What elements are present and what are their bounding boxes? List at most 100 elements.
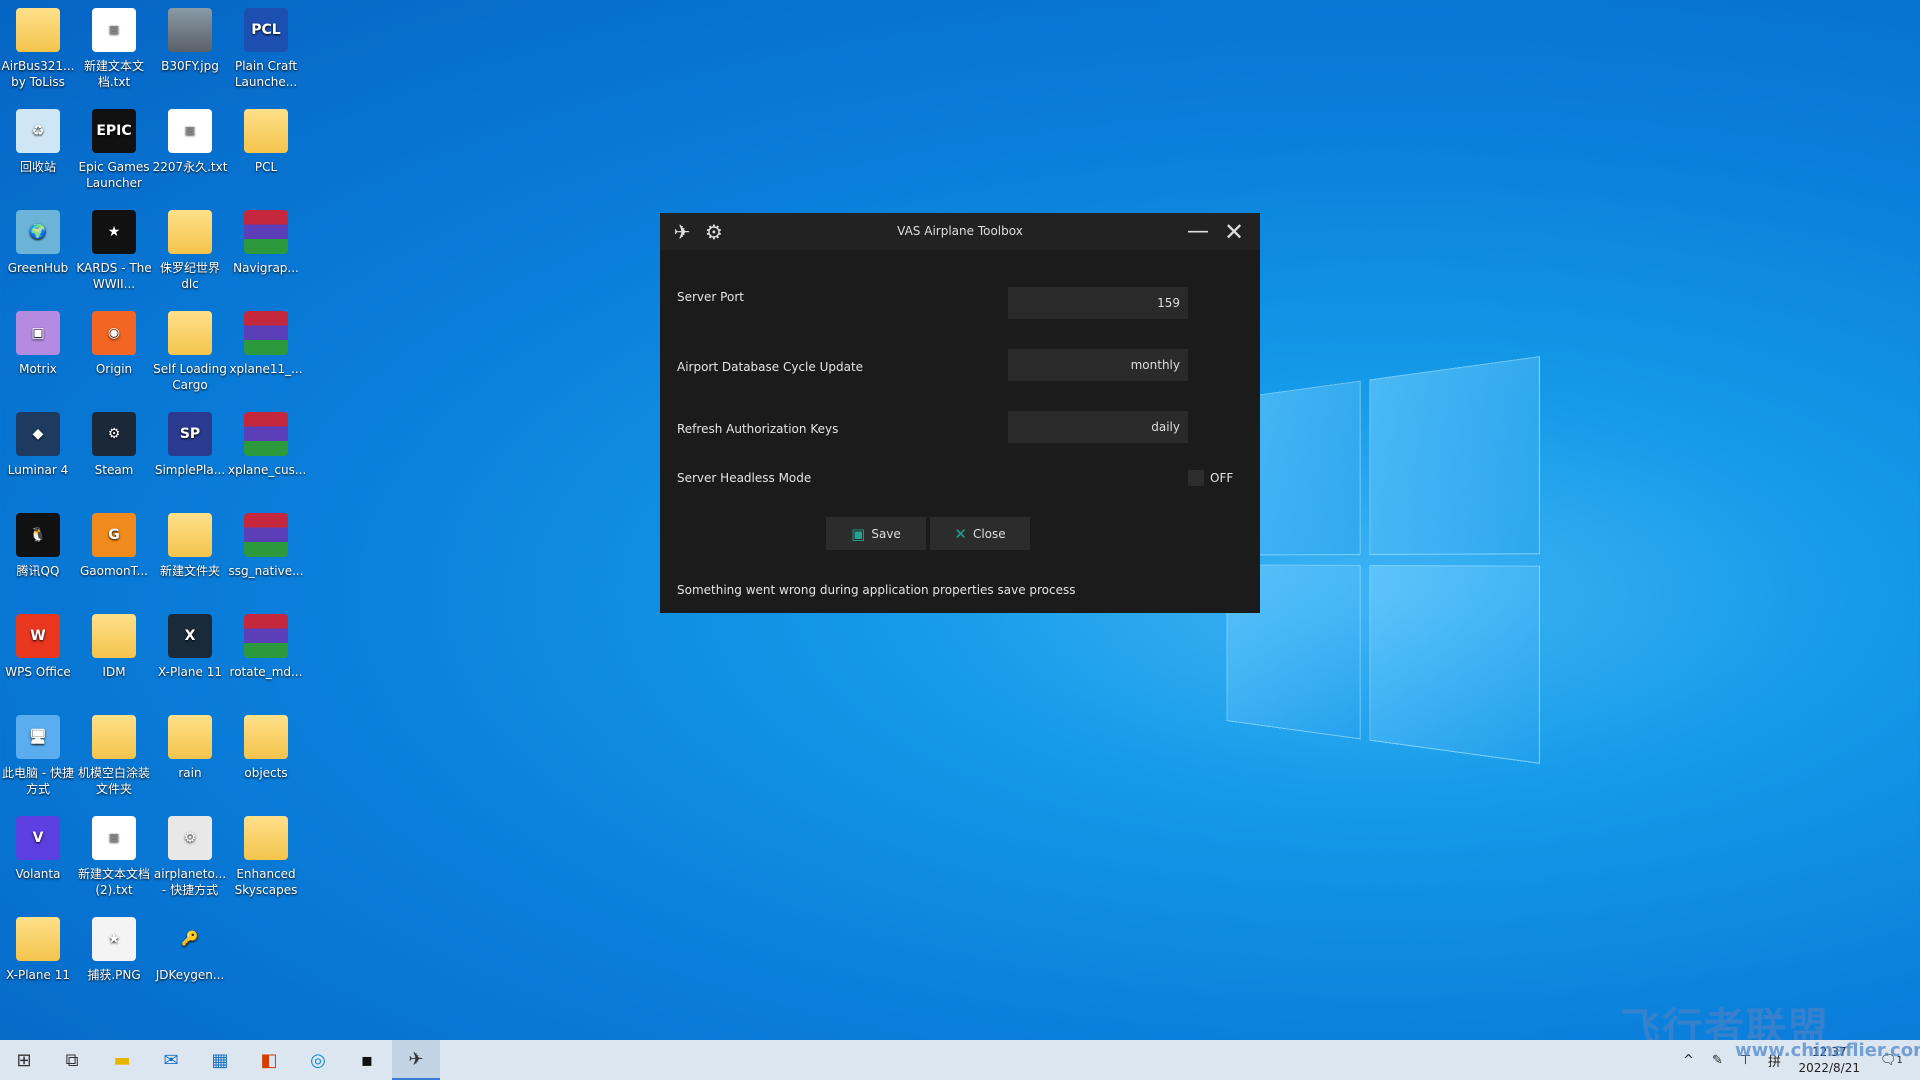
headless-mode-label: Server Headless Mode	[677, 471, 812, 485]
desktop-icon[interactable]: ⚙ airplaneto... - 快捷方式	[152, 816, 228, 898]
desktop-icon-label: xplane_cus...	[228, 463, 307, 477]
desktop-icon[interactable]: Self Loading Cargo	[152, 311, 228, 393]
app-icon: SP	[168, 412, 212, 456]
desktop-icon[interactable]: SP SimplePla...	[152, 412, 228, 478]
task-view-icon[interactable]: ⧉	[48, 1040, 96, 1080]
desktop-icon[interactable]: V Volanta	[0, 816, 76, 882]
save-button[interactable]: ▣ Save	[826, 517, 926, 550]
desktop-icon[interactable]: EPIC Epic Games Launcher	[76, 109, 152, 191]
app-icon: V	[16, 816, 60, 860]
title-bar[interactable]: ✈ ⚙ VAS Airplane Toolbox — ✕	[660, 213, 1260, 250]
desktop-icon-label: Self Loading Cargo	[153, 362, 227, 392]
app-icon: 🔑	[181, 931, 199, 947]
desktop-icon-label: 新建文件夹	[159, 564, 220, 578]
app-icon: PCL	[244, 8, 288, 52]
desktop-icon[interactable]: 🔑 JDKeygen...	[152, 917, 228, 983]
desktop-icon[interactable]: G GaomonT...	[76, 513, 152, 579]
desktop-icon[interactable]: 🌍 GreenHub	[0, 210, 76, 276]
close-button[interactable]: ✕ Close	[930, 517, 1030, 550]
desktop-icon-label: ssg_native...	[228, 564, 304, 578]
desktop-icon-label: rain	[178, 766, 202, 780]
desktop-icon-label: PCL	[254, 160, 278, 174]
desktop-icon[interactable]: xplane_cus...	[228, 412, 307, 478]
store-icon[interactable]: ▦	[196, 1040, 244, 1080]
refresh-keys-input[interactable]	[1008, 411, 1188, 443]
desktop-icon-label: Origin	[95, 362, 133, 376]
desktop-icon[interactable]: 🖥 此电脑 - 快捷方式	[0, 715, 76, 797]
minimize-icon[interactable]: —	[1186, 220, 1210, 244]
desktop-icon[interactable]: ★ 捕获.PNG	[76, 917, 152, 983]
desktop-icon-label: Luminar 4	[7, 463, 69, 477]
desktop-icon[interactable]: ssg_native...	[228, 513, 304, 579]
desktop-icon[interactable]: 新建文件夹	[152, 513, 228, 579]
desktop-icon[interactable]: Navigrap...	[228, 210, 304, 276]
server-port-input[interactable]	[1008, 287, 1188, 319]
desktop-icon-label: 此电脑 - 快捷方式	[2, 766, 74, 796]
folder-icon	[168, 513, 212, 557]
desktop-icon[interactable]: ⚙ Steam	[76, 412, 152, 478]
folder-icon	[168, 210, 212, 254]
desktop-icon[interactable]: ≡ 新建文本文档 (2).txt	[76, 816, 152, 898]
x-icon: ✕	[954, 524, 967, 543]
desktop-icon-label: Epic Games Launcher	[78, 160, 150, 190]
mail-icon[interactable]: ✉	[147, 1040, 195, 1080]
folder-icon	[244, 715, 288, 759]
desktop-icon[interactable]: ≡ 2207永久.txt	[152, 109, 228, 175]
desktop-icon-label: Motrix	[19, 362, 57, 376]
desktop-icon[interactable]: 侏罗纪世界dlc	[152, 210, 228, 292]
desktop-icon[interactable]: 🐧 腾讯QQ	[0, 513, 76, 579]
desktop-icon[interactable]: ≡ 新建文本文档.txt	[76, 8, 152, 90]
show-hidden-icons-chevron-icon[interactable]: ^	[1683, 1040, 1694, 1080]
watermark-url: www.chinaflier.com	[1735, 1040, 1920, 1061]
desktop-icon[interactable]: ◉ Origin	[76, 311, 152, 377]
close-icon[interactable]: ✕	[1222, 220, 1246, 244]
airport-db-cycle-input[interactable]	[1008, 349, 1188, 381]
desktop-icon-label: SimplePla...	[154, 463, 226, 477]
start-button-windows-icon[interactable]: ⊞	[0, 1040, 48, 1080]
desktop-icon[interactable]: W WPS Office	[0, 614, 76, 680]
desktop-icon[interactable]: IDM	[76, 614, 152, 680]
desktop-icon[interactable]: X-Plane 11	[0, 917, 76, 983]
desktop-icon[interactable]: ◆ Luminar 4	[0, 412, 76, 478]
desktop-icon[interactable]: objects	[228, 715, 304, 781]
desktop-icon[interactable]: ▣ Motrix	[0, 311, 76, 377]
desktop-icon-label: WPS Office	[5, 665, 71, 679]
pen-icon[interactable]: ✎	[1712, 1040, 1723, 1080]
rar-icon	[244, 210, 288, 254]
desktop-icon[interactable]: rain	[152, 715, 228, 781]
file-explorer-icon[interactable]: ▬	[98, 1040, 146, 1080]
office-icon[interactable]: ◧	[245, 1040, 293, 1080]
desktop-icon[interactable]: rotate_md...	[228, 614, 304, 680]
desktop-icon[interactable]: ♻ 回收站	[0, 109, 76, 175]
desktop-icon-label: 捕获.PNG	[87, 968, 141, 982]
desktop-icon-label: GreenHub	[7, 261, 69, 275]
folder-icon	[92, 614, 136, 658]
vas-toolbox-taskbar-icon[interactable]: ✈	[392, 1040, 440, 1080]
desktop-icon[interactable]: xplane11_...	[228, 311, 304, 377]
desktop-icon[interactable]: X X-Plane 11	[152, 614, 228, 680]
folder-icon	[16, 8, 60, 52]
desktop-icon[interactable]: B30FY.jpg	[152, 8, 228, 74]
desktop-icon[interactable]: ★ KARDS - The WWII...	[76, 210, 152, 292]
folder-icon	[168, 311, 212, 355]
desktop-icon-label: Plain Craft Launche...	[234, 59, 298, 89]
desktop-icon[interactable]: PCL	[228, 109, 304, 175]
folder-icon	[168, 715, 212, 759]
desktop-icon-label: 机模空白涂装文件夹	[77, 766, 150, 796]
app-icon: ★	[92, 917, 136, 961]
desktop-icon-label: xplane11_...	[229, 362, 303, 376]
edge-icon[interactable]: ◎	[294, 1040, 342, 1080]
terminal-icon[interactable]: ▪	[343, 1040, 391, 1080]
desktop-icon[interactable]: 机模空白涂装文件夹	[76, 715, 152, 797]
desktop-icon-label: rotate_md...	[229, 665, 303, 679]
folder-icon	[244, 816, 288, 860]
desktop-icon[interactable]: PCL Plain Craft Launche...	[228, 8, 304, 90]
app-icon: ♻	[16, 109, 60, 153]
headless-mode-toggle[interactable]	[1188, 470, 1204, 486]
desktop-icon[interactable]: Enhanced Skyscapes	[228, 816, 304, 898]
desktop-icon-label: Steam	[94, 463, 134, 477]
desktop-icon-label: 腾讯QQ	[16, 564, 60, 578]
desktop-icon[interactable]: AirBus321... by ToLiss	[0, 8, 76, 90]
doc-icon: ≡	[92, 816, 136, 860]
folder-icon	[244, 109, 288, 153]
